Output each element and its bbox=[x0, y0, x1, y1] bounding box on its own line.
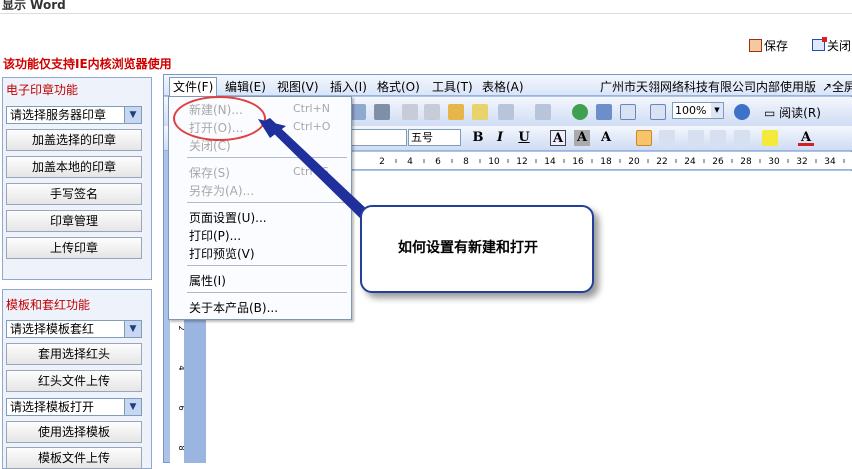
arrow-shaft bbox=[262, 118, 372, 222]
annotation-callout: 如何设置有新建和打开 bbox=[360, 205, 594, 293]
callout-text: 如何设置有新建和打开 bbox=[398, 240, 538, 256]
